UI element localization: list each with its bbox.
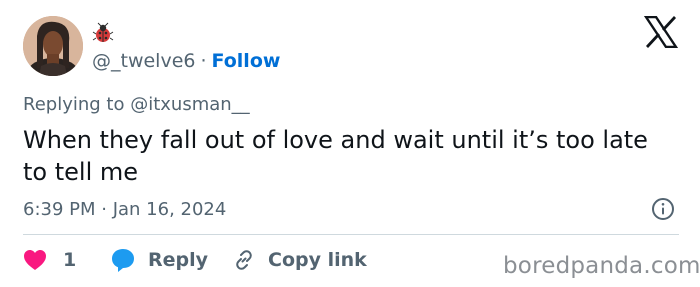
divider xyxy=(23,234,679,235)
author-handle[interactable]: @_twelve6 xyxy=(92,50,195,72)
watermark: boredpanda.com xyxy=(503,253,700,279)
avatar[interactable] xyxy=(23,16,83,76)
ladybug-icon xyxy=(92,22,114,42)
tweet-card: @_twelve6 · Follow Replying to @itxusman__… xyxy=(0,0,700,287)
separator-dot: · xyxy=(200,50,207,72)
handle-row: @_twelve6 · Follow xyxy=(92,49,280,73)
like-button[interactable]: 1 xyxy=(23,246,76,274)
tweet-timestamp[interactable]: 6:39 PM · Jan 16, 2024 xyxy=(23,198,226,222)
tweet-text: When they fall out of love and wait unti… xyxy=(23,126,648,186)
replying-to[interactable]: Replying to @itxusman__ xyxy=(23,93,250,117)
heart-icon xyxy=(24,250,46,270)
reply-button[interactable]: Reply xyxy=(110,246,208,274)
speech-bubble-icon xyxy=(112,249,134,272)
link-icon xyxy=(236,250,252,270)
reply-label: Reply xyxy=(148,249,209,271)
follow-button[interactable]: Follow xyxy=(212,50,281,72)
avatar-image xyxy=(23,16,83,76)
info-icon[interactable] xyxy=(651,197,675,221)
x-logo-icon[interactable] xyxy=(644,16,678,48)
like-count: 1 xyxy=(63,249,77,271)
copy-link-button[interactable]: Copy link xyxy=(232,246,367,274)
copy-link-label: Copy link xyxy=(268,249,367,271)
